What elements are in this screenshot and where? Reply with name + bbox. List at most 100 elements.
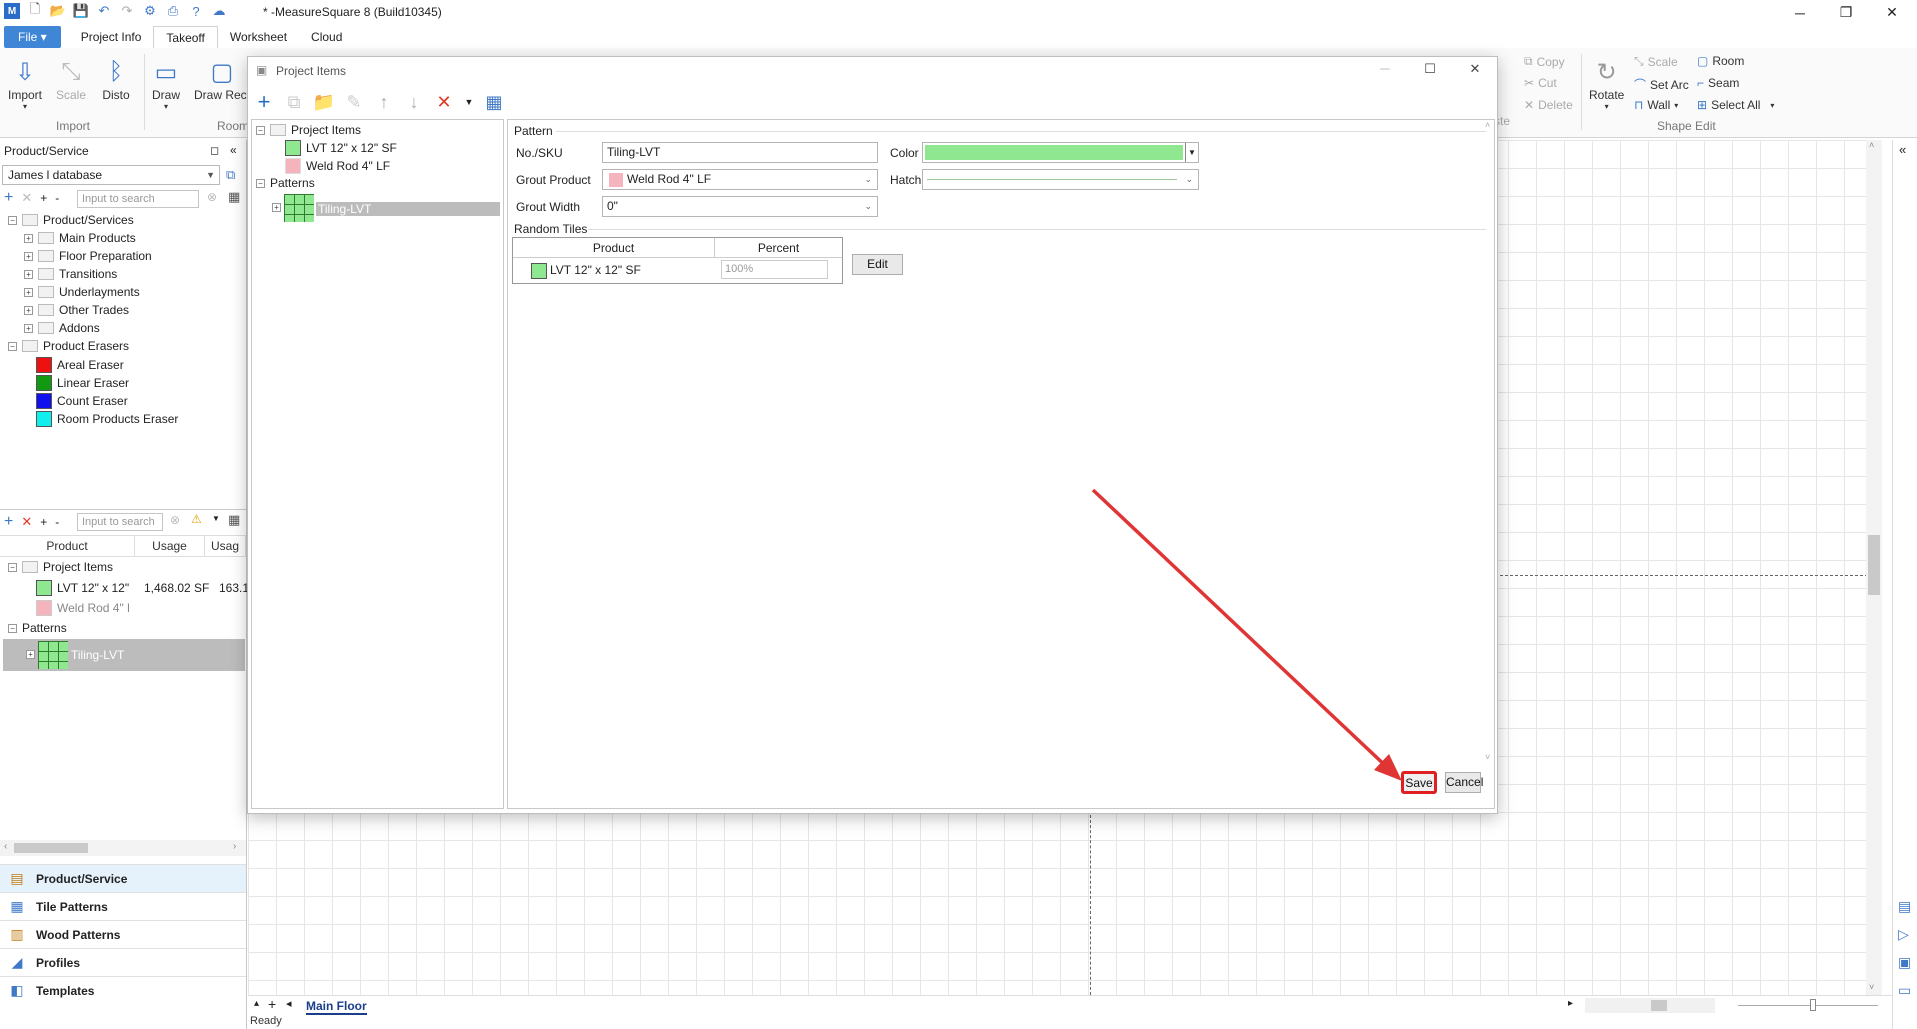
eraser-item-linear[interactable]: Linear Eraser: [36, 375, 129, 391]
collapse-icon[interactable]: −: [8, 341, 17, 351]
tree-node-underlayments[interactable]: + Underlayments: [24, 285, 140, 299]
scroll-thumb[interactable]: [14, 843, 88, 853]
print-icon[interactable]: ⎙: [165, 3, 181, 19]
column-header[interactable]: Usag: [205, 536, 246, 556]
expand-panel-icon[interactable]: «: [1899, 142, 1906, 157]
collapse-icon[interactable]: −: [256, 125, 265, 135]
collapse-panel-icon[interactable]: «: [230, 143, 237, 157]
tree-node-transitions[interactable]: + Transitions: [24, 267, 117, 281]
eraser-item-room-products[interactable]: Room Products Eraser: [36, 411, 178, 427]
set-arc-button[interactable]: ⌒ Set Arc: [1634, 76, 1689, 93]
usage-node-project-items[interactable]: − Project Items: [8, 560, 113, 574]
expand-all-icon[interactable]: +: [40, 515, 47, 529]
color-picker[interactable]: ▼: [922, 142, 1199, 163]
warning-icon[interactable]: ⚠: [191, 512, 202, 526]
expand-all-icon[interactable]: +: [40, 191, 47, 205]
delete-icon[interactable]: ✕: [21, 514, 32, 530]
save-button[interactable]: Save: [1401, 771, 1437, 794]
scroll-right-icon[interactable]: ›: [233, 841, 236, 852]
disto-button[interactable]: ᛒ Disto: [101, 56, 131, 102]
expand-icon[interactable]: +: [24, 323, 33, 333]
open-folder-icon[interactable]: 📂: [50, 3, 66, 19]
horizontal-scrollbar[interactable]: [1585, 998, 1715, 1013]
tree-item-tiling-lvt[interactable]: + Tiling-LVT: [272, 194, 500, 222]
move-down-icon[interactable]: ↓: [404, 92, 424, 112]
chevron-down-icon[interactable]: ▼: [212, 514, 220, 523]
scroll-up-icon[interactable]: ˄: [1869, 140, 1874, 150]
tree-node-product-services[interactable]: − Product/Services: [8, 213, 134, 227]
tree-node-main-products[interactable]: + Main Products: [24, 231, 136, 245]
tab-project-info[interactable]: Project Info: [69, 26, 154, 48]
panel-icon[interactable]: ▭: [1898, 982, 1911, 999]
edit-icon[interactable]: ✎: [344, 92, 364, 112]
clear-search-icon[interactable]: ⊗: [170, 513, 180, 527]
scroll-down-icon[interactable]: ˅: [1869, 982, 1874, 992]
save-icon[interactable]: 💾: [73, 3, 89, 19]
expand-icon[interactable]: +: [24, 233, 33, 243]
tree-node-addons[interactable]: + Addons: [24, 321, 100, 335]
cloud-icon[interactable]: ☁: [211, 3, 227, 19]
redo-icon[interactable]: ↷: [119, 3, 135, 19]
column-header[interactable]: Percent: [715, 238, 842, 258]
hatch-select[interactable]: ⌄: [922, 169, 1199, 190]
chevron-down-icon[interactable]: ▼: [1185, 143, 1198, 162]
expand-icon[interactable]: +: [24, 305, 33, 315]
scroll-thumb[interactable]: [1868, 535, 1880, 595]
close-icon[interactable]: ✕: [1869, 0, 1915, 25]
minimize-icon[interactable]: ─: [1777, 0, 1823, 25]
select-all-button[interactable]: ⊞ Select All ▾: [1697, 98, 1774, 112]
sku-input[interactable]: Tiling-LVT: [602, 142, 878, 163]
help-icon[interactable]: ?: [188, 3, 204, 19]
move-up-icon[interactable]: ↑: [374, 92, 394, 112]
expand-icon[interactable]: +: [272, 203, 281, 212]
scroll-down-icon[interactable]: ˅: [1485, 752, 1490, 762]
delete-icon[interactable]: ✕: [434, 92, 454, 112]
table-row[interactable]: LVT 12" x 12" 1,468.02 SF 163.11: [36, 580, 255, 596]
collapse-icon[interactable]: −: [256, 178, 265, 188]
expand-icon[interactable]: +: [24, 251, 33, 261]
clear-search-icon[interactable]: ⊗: [207, 190, 217, 204]
vertical-scrollbar[interactable]: ˄ ˅: [1866, 140, 1882, 1000]
new-file-icon[interactable]: 🗋: [27, 1, 43, 19]
selected-pattern-row[interactable]: + Tiling-LVT: [3, 639, 245, 671]
frame-icon[interactable]: ▣: [1898, 954, 1911, 971]
column-header[interactable]: Usage: [135, 536, 205, 556]
app-logo-icon[interactable]: M: [4, 3, 20, 19]
usage-search-input[interactable]: Input to search: [77, 513, 163, 531]
scroll-up-icon[interactable]: ˄: [1485, 120, 1490, 130]
copy-icon[interactable]: ⧉: [284, 92, 304, 112]
floor-tab-main[interactable]: Main Floor: [306, 999, 367, 1015]
zoom-slider[interactable]: [1738, 999, 1878, 1011]
edit-random-tiles-button[interactable]: Edit: [852, 254, 903, 275]
cut-button[interactable]: ✂ Cut: [1524, 76, 1557, 90]
tab-takeoff[interactable]: Takeoff: [153, 26, 218, 48]
undo-icon[interactable]: ↶: [96, 3, 112, 19]
settings-icon[interactable]: ⚙: [142, 3, 158, 19]
collapse-icon[interactable]: −: [8, 623, 17, 633]
sync-icon[interactable]: ⧉: [226, 167, 235, 183]
delete-button[interactable]: ✕ Delete: [1524, 98, 1573, 112]
close-icon[interactable]: ✕: [1460, 61, 1490, 77]
tree-node-floor-preparation[interactable]: + Floor Preparation: [24, 249, 152, 263]
next-floor-icon[interactable]: ▸: [1568, 998, 1573, 1009]
shape-scale-button[interactable]: ⤡ Scale: [1634, 54, 1678, 69]
chevron-down-icon[interactable]: ▼: [464, 92, 474, 112]
collapse-all-icon[interactable]: -: [55, 515, 59, 529]
database-select[interactable]: James l database ▼: [2, 165, 220, 185]
restore-icon[interactable]: ❐: [1823, 0, 1869, 25]
expand-icon[interactable]: +: [26, 650, 35, 659]
horizontal-scrollbar[interactable]: ‹ ›: [0, 840, 246, 856]
rotate-button[interactable]: ↻ Rotate ▾: [1589, 56, 1624, 112]
nav-tile-patterns[interactable]: ▦ Tile Patterns: [0, 892, 246, 920]
scroll-first-icon[interactable]: ▴: [254, 998, 259, 1009]
minimize-icon[interactable]: ─: [1370, 61, 1400, 76]
seam-button[interactable]: ⌐ Seam: [1697, 76, 1739, 90]
tree-node-project-items[interactable]: − Project Items: [256, 123, 361, 137]
zoom-slider-thumb[interactable]: [1810, 999, 1816, 1011]
prev-floor-icon[interactable]: ◂: [286, 997, 292, 1010]
pin-icon[interactable]: ◻: [210, 144, 219, 157]
eraser-item-count[interactable]: Count Eraser: [36, 393, 128, 409]
column-header[interactable]: Product: [513, 238, 715, 258]
collapse-all-icon[interactable]: -: [55, 191, 59, 205]
nav-wood-patterns[interactable]: ▥ Wood Patterns: [0, 920, 246, 948]
